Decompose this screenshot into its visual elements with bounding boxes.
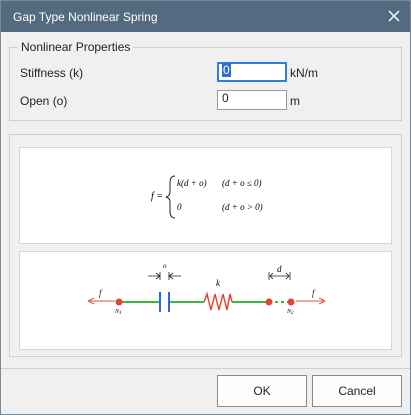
open-input[interactable]: 0 <box>217 90 287 110</box>
formula-panel: f = k(d + o) (d + o ≤ 0) 0 (d + o > 0) <box>19 147 392 244</box>
close-button[interactable] <box>384 6 404 26</box>
stiffness-dim-label: k <box>216 278 221 288</box>
node-2-label: N2 <box>286 309 294 316</box>
stiffness-value: 0 <box>222 63 231 77</box>
node-1-label: N1 <box>114 309 122 316</box>
open-unit: m <box>290 94 300 108</box>
open-arrow-right <box>168 272 181 280</box>
open-value: 0 <box>222 91 229 105</box>
spring-diagram: f o k d N1 N2 f <box>87 262 326 316</box>
title-bar: Gap Type Nonlinear Spring <box>1 1 410 32</box>
diagram-panel: f o k d N1 N2 f <box>19 251 392 350</box>
spring-coil <box>203 291 233 311</box>
ok-button[interactable]: OK <box>217 375 307 407</box>
nonlinear-properties-group: Nonlinear Properties <box>9 40 402 121</box>
gap-spring-dialog: Gap Type Nonlinear Spring Nonlinear Prop… <box>0 0 411 415</box>
formula-graphic: f = k(d + o) (d + o ≤ 0) 0 (d + o > 0) <box>151 175 263 219</box>
group-legend: Nonlinear Properties <box>18 40 134 54</box>
stiffness-unit: kN/m <box>290 66 318 80</box>
open-dim-label: o <box>163 262 167 270</box>
close-icon <box>388 10 400 22</box>
open-arrow-left <box>148 272 161 280</box>
formula-case2-cond: (d + o > 0) <box>222 202 263 212</box>
open-label: Open (o) <box>20 94 68 108</box>
node-mid <box>265 298 273 306</box>
window-title: Gap Type Nonlinear Spring <box>13 10 158 24</box>
formula-brace <box>165 175 176 219</box>
node-1 <box>115 298 123 306</box>
right-force-label: f <box>312 288 316 298</box>
formula-lhs: f = <box>151 191 163 202</box>
node-2 <box>287 298 295 306</box>
cancel-button[interactable]: Cancel <box>312 375 402 407</box>
stiffness-input[interactable]: 0 <box>217 62 287 82</box>
formula-case2-expr: 0 <box>177 202 182 212</box>
formula-case1-cond: (d + o ≤ 0) <box>222 178 262 188</box>
disp-dim-label: d <box>277 264 282 274</box>
stiffness-label: Stiffness (k) <box>20 66 84 80</box>
footer-divider <box>1 368 410 369</box>
left-force-label: f <box>99 288 103 298</box>
formula-case1-expr: k(d + o) <box>177 178 207 188</box>
